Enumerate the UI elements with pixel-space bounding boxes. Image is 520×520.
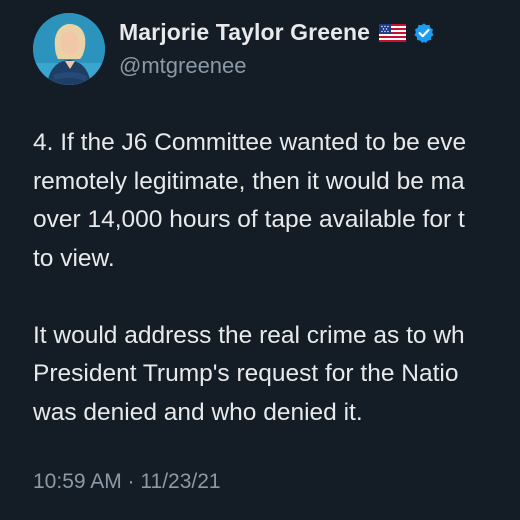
timestamp[interactable]: 10:59 AM · 11/23/21 — [33, 470, 221, 494]
user-info: Marjorie Taylor Greene @mtgreenee — [119, 19, 435, 79]
tweet-line: It would address the real crime as to wh — [33, 321, 465, 349]
verified-badge-icon — [413, 22, 435, 44]
tweet-line: to view. — [33, 244, 115, 272]
name-row: Marjorie Taylor Greene — [119, 19, 435, 46]
avatar[interactable] — [33, 13, 105, 85]
us-flag-icon — [379, 23, 407, 42]
display-name[interactable]: Marjorie Taylor Greene — [119, 19, 370, 46]
tweet-line: over 14,000 hours of tape available for … — [33, 206, 465, 233]
handle[interactable]: @mtgreenee — [119, 53, 435, 79]
tweet-card: Marjorie Taylor Greene @mtgreenee 4. If … — [0, 0, 520, 520]
tweet-line: 4. If the J6 Committee wanted to be eve — [33, 129, 467, 156]
tweet-line: remotely legitimate, then it would be ma — [33, 167, 465, 195]
tweet-text: 4. If the J6 Committee wanted to be eve … — [33, 124, 520, 432]
avatar-image — [33, 13, 105, 85]
tweet-line: was denied and who denied it. — [33, 398, 363, 426]
tweet-line: President Trump's request for the Natio — [33, 360, 459, 387]
